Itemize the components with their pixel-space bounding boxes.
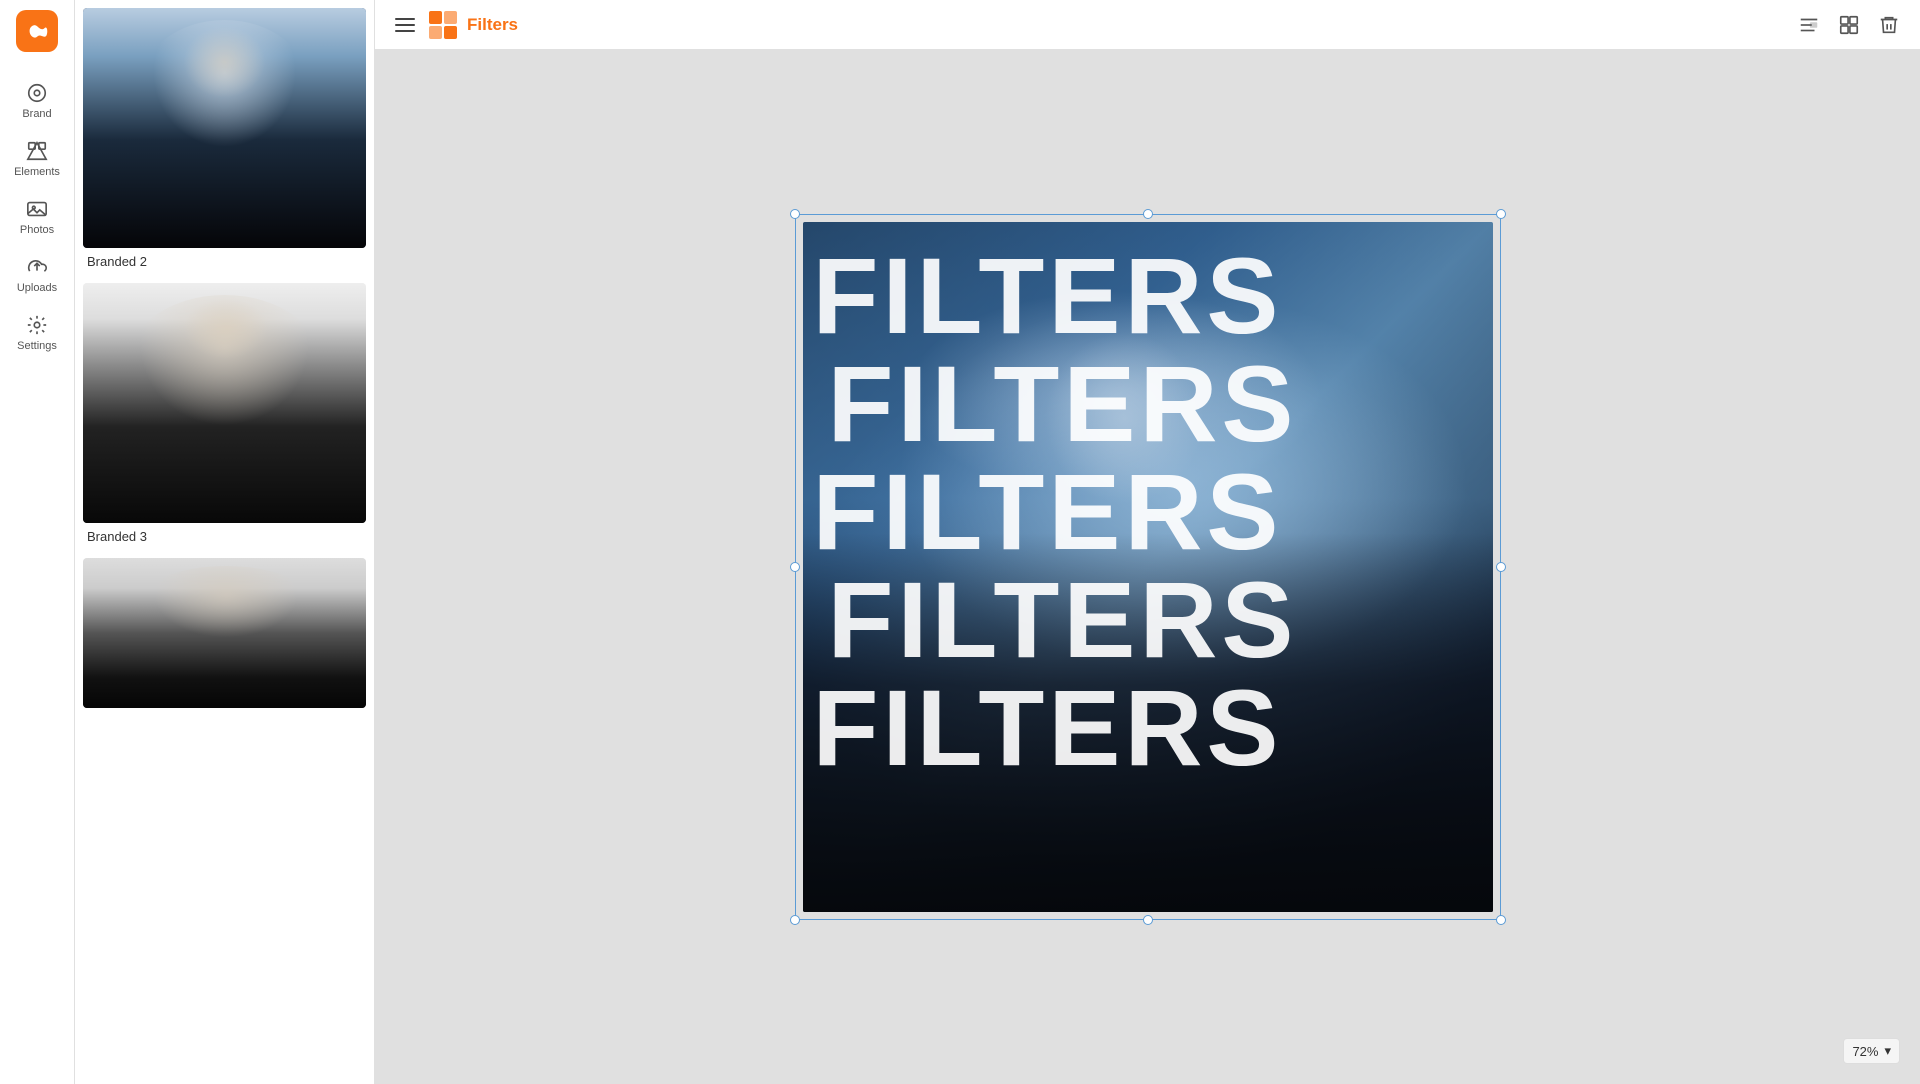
canvas-logo [429,11,457,39]
canvas-area: Filters [375,0,1920,1084]
grid-button[interactable] [1834,10,1864,40]
handle-middle-right[interactable] [1496,562,1506,572]
filters-line-3: FILTERS [813,458,1283,566]
template-panel: Branded 2 Branded 3 [75,0,375,1084]
canvas-frame[interactable]: FILTERS FILTERS FILTERS FILTERS FILTERS [803,222,1493,912]
filters-line-2: FILTERS [828,350,1298,458]
elements-icon [26,140,48,162]
handle-bottom-left[interactable] [790,915,800,925]
filters-text-overlay: FILTERS FILTERS FILTERS FILTERS FILTERS [803,222,1493,912]
delete-button[interactable] [1874,10,1904,40]
template-thumb-branded3 [83,283,366,523]
template-name-branded3: Branded 3 [83,523,366,550]
brand-icon [26,82,48,104]
sidebar-item-settings[interactable]: Settings [0,304,74,362]
canvas-workspace[interactable]: FILTERS FILTERS FILTERS FILTERS FILTERS … [375,50,1920,1084]
zoom-dropdown-icon: ▾ [1884,1043,1891,1059]
uploads-icon [26,256,48,278]
settings-icon [26,314,48,336]
template-thumb-branded4 [83,558,366,708]
topbar: Filters [375,0,1920,50]
menu-button[interactable] [391,14,419,36]
handle-top-right[interactable] [1496,209,1506,219]
sidebar-item-uploads[interactable]: Uploads [0,246,74,304]
photos-icon [26,198,48,220]
filters-line-5: FILTERS [813,674,1283,782]
sidebar-item-brand-label: Brand [22,108,51,120]
handle-bottom-right[interactable] [1496,915,1506,925]
template-thumb-branded2 [83,8,366,248]
sidebar-item-brand[interactable]: Brand [0,72,74,130]
sidebar-item-settings-label: Settings [17,340,57,352]
template-card-branded4[interactable] [83,558,366,708]
sidebar-item-photos-label: Photos [20,224,54,236]
handle-top-left[interactable] [790,209,800,219]
topbar-title: Filters [467,15,518,35]
handle-middle-left[interactable] [790,562,800,572]
icon-sidebar: Brand Elements Photos Uploads Settings [0,0,75,1084]
template-name-branded2: Branded 2 [83,248,366,275]
canvas-image: FILTERS FILTERS FILTERS FILTERS FILTERS [803,222,1493,912]
handle-bottom-center[interactable] [1143,915,1153,925]
filters-line-4: FILTERS [828,566,1298,674]
sidebar-item-uploads-label: Uploads [17,282,57,294]
zoom-value: 72% [1852,1044,1878,1059]
align-button[interactable] [1794,10,1824,40]
handle-top-center[interactable] [1143,209,1153,219]
zoom-control[interactable]: 72% ▾ [1843,1038,1900,1064]
sidebar-item-elements-label: Elements [14,166,60,178]
filters-line-1: FILTERS [813,242,1283,350]
sidebar-item-photos[interactable]: Photos [0,188,74,246]
sidebar-item-elements[interactable]: Elements [0,130,74,188]
template-card-branded2[interactable]: Branded 2 [83,8,366,275]
app-logo[interactable] [16,10,58,52]
template-card-branded3[interactable]: Branded 3 [83,283,366,550]
